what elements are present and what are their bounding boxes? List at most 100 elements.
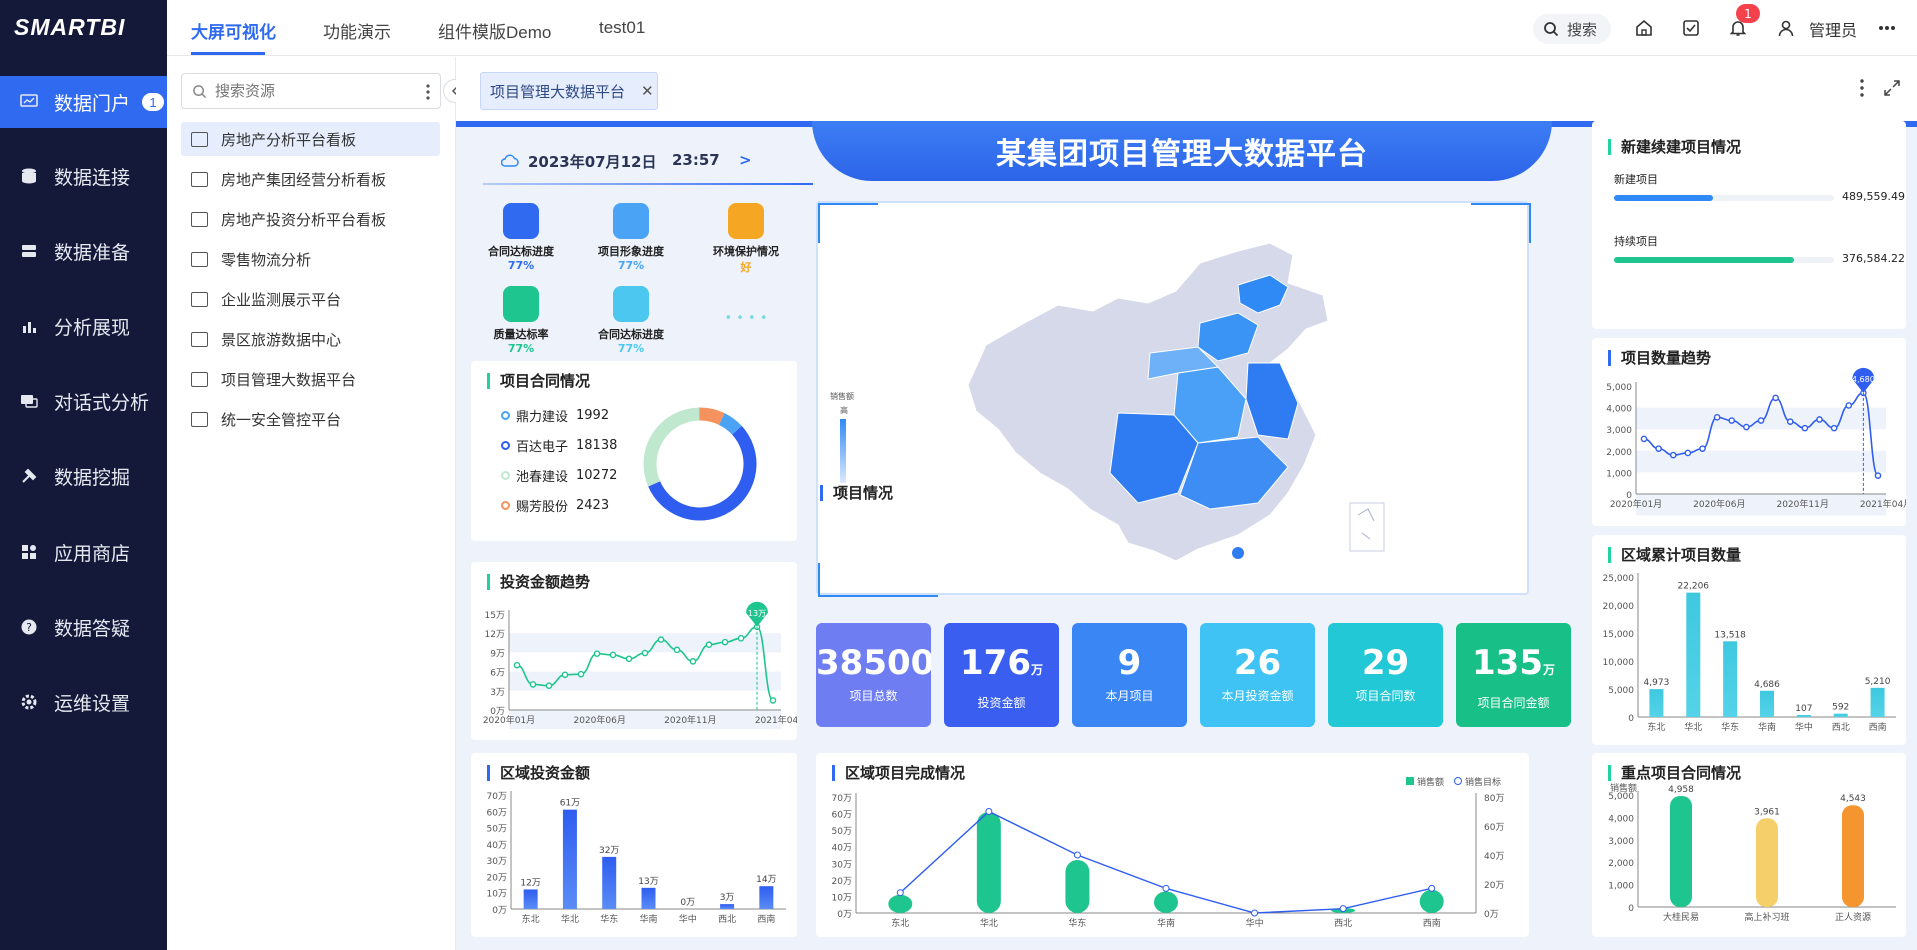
data-point[interactable]	[1845, 402, 1853, 409]
chart-bar[interactable]	[562, 809, 577, 909]
more-menu-icon[interactable]	[1876, 17, 1898, 39]
chart-bar[interactable]	[888, 894, 913, 913]
chart-bar[interactable]	[602, 856, 617, 909]
chart-bar[interactable]	[1065, 859, 1090, 913]
data-point[interactable]	[1772, 394, 1779, 402]
sidebar-item-0[interactable]: 数据门户 1	[0, 76, 167, 128]
sidebar-item-2[interactable]: 数据准备	[0, 225, 167, 277]
data-point[interactable]	[1786, 418, 1794, 425]
tab-big-screen[interactable]: 大屏可视化	[191, 18, 276, 43]
chart-bar[interactable]	[1649, 689, 1664, 717]
chart-bar[interactable]	[1686, 592, 1701, 717]
stat-tile[interactable]: 176万 投资金额	[944, 623, 1059, 727]
data-point[interactable]	[769, 697, 777, 704]
kpi-item[interactable]: 合同达标进度 77%	[471, 203, 571, 272]
donut-slice[interactable]	[648, 425, 757, 521]
kpi-item[interactable]: 项目形象进度 77%	[581, 203, 681, 272]
data-point[interactable]	[593, 650, 601, 657]
data-point[interactable]	[1073, 851, 1081, 859]
resource-item[interactable]: 房地产投资分析平台看板	[181, 202, 440, 236]
data-point[interactable]	[689, 658, 697, 665]
resource-item[interactable]: 景区旅游数据中心	[181, 322, 440, 356]
chart-bar[interactable]	[1796, 715, 1811, 717]
chart-bar[interactable]	[1756, 818, 1778, 907]
donut-slice[interactable]	[718, 413, 742, 435]
user-name[interactable]: 管理员	[1809, 17, 1857, 41]
home-icon[interactable]	[1633, 17, 1655, 39]
chart-bar[interactable]	[1723, 641, 1738, 717]
chart-bar[interactable]	[1760, 690, 1774, 717]
data-point[interactable]	[529, 681, 537, 688]
data-point[interactable]	[577, 670, 585, 678]
resource-item[interactable]: 项目管理大数据平台	[181, 362, 440, 396]
chart-bar[interactable]	[523, 889, 538, 909]
data-point[interactable]	[1684, 449, 1692, 457]
data-point[interactable]	[1713, 414, 1721, 421]
data-point[interactable]	[1816, 416, 1823, 423]
data-point[interactable]	[737, 635, 745, 642]
resource-menu-icon[interactable]	[426, 84, 430, 100]
task-check-icon[interactable]	[1680, 17, 1702, 39]
stat-tile[interactable]: 9 本月项目	[1072, 623, 1187, 727]
resource-item[interactable]: 房地产分析平台看板	[181, 122, 440, 156]
chart-bar[interactable]	[759, 886, 774, 909]
data-point[interactable]	[561, 671, 569, 679]
data-point[interactable]	[1874, 472, 1882, 479]
chart-bar[interactable]	[641, 887, 656, 909]
resource-item[interactable]: 房地产集团经营分析看板	[181, 162, 440, 196]
stat-tile[interactable]: 26 本月投资金额	[1200, 623, 1315, 727]
global-search-button[interactable]: 搜索	[1533, 14, 1611, 44]
data-point[interactable]	[657, 636, 665, 643]
donut-slice[interactable]	[699, 407, 725, 425]
fullscreen-icon[interactable]	[1883, 79, 1901, 97]
resource-item[interactable]: 企业监测展示平台	[181, 282, 440, 316]
data-point[interactable]	[1251, 909, 1259, 917]
chart-bar[interactable]	[720, 904, 735, 909]
data-point[interactable]	[985, 808, 993, 815]
sidebar-item-4[interactable]: 对话式分析	[0, 375, 167, 427]
close-icon[interactable]: ✕	[641, 82, 654, 100]
chart-bar[interactable]	[1419, 889, 1444, 913]
kpi-item[interactable]: 质量达标率 77%	[471, 286, 571, 355]
resource-item[interactable]: 统一安全管控平台	[181, 402, 440, 436]
sidebar-item-6[interactable]: 应用商店	[0, 526, 167, 578]
data-point[interactable]	[1801, 424, 1809, 432]
resource-search-input[interactable]	[215, 82, 405, 100]
data-point[interactable]	[545, 682, 553, 689]
data-point[interactable]	[721, 638, 729, 646]
data-point[interactable]	[609, 651, 617, 659]
data-point[interactable]	[1699, 445, 1706, 452]
more-vertical-icon[interactable]	[1860, 79, 1864, 97]
sidebar-item-5[interactable]: 数据挖掘	[0, 450, 167, 502]
data-point[interactable]	[1728, 417, 1736, 424]
user-avatar-icon[interactable]	[1775, 17, 1797, 39]
sidebar-item-8[interactable]: 运维设置	[0, 676, 167, 728]
tab-feature-demo[interactable]: 功能演示	[323, 18, 391, 43]
sidebar-item-7[interactable]: ? 数据答疑	[0, 601, 167, 653]
date-next-arrow[interactable]: >	[739, 151, 752, 169]
stat-tile[interactable]: 3850012 项目总数	[816, 623, 931, 727]
tab-test01[interactable]: test01	[599, 18, 645, 38]
donut-slice[interactable]	[643, 407, 700, 487]
data-point[interactable]	[1669, 451, 1677, 459]
data-point[interactable]	[673, 646, 681, 654]
opened-report-tab[interactable]: 项目管理大数据平台 ✕	[480, 72, 658, 110]
resource-search-box[interactable]	[181, 73, 441, 109]
data-point[interactable]	[1640, 435, 1648, 443]
data-point[interactable]	[1162, 884, 1170, 892]
resource-item[interactable]: 零售物流分析	[181, 242, 440, 276]
data-point[interactable]	[641, 649, 649, 657]
data-point[interactable]	[513, 661, 521, 669]
chart-bar[interactable]	[1870, 687, 1885, 717]
tab-component-demo[interactable]: 组件模版Demo	[438, 18, 551, 43]
chart-bar[interactable]	[1154, 891, 1178, 913]
china-map[interactable]: 销售额 高 低	[816, 201, 1533, 599]
data-point[interactable]	[625, 655, 633, 663]
sidebar-item-1[interactable]: 数据连接	[0, 150, 167, 202]
data-point[interactable]	[896, 889, 904, 897]
data-point[interactable]	[705, 641, 713, 649]
sidebar-item-3[interactable]: 分析展现	[0, 300, 167, 352]
data-point[interactable]	[1757, 417, 1765, 424]
data-point[interactable]	[1743, 423, 1750, 431]
chart-bar[interactable]	[1833, 713, 1848, 717]
